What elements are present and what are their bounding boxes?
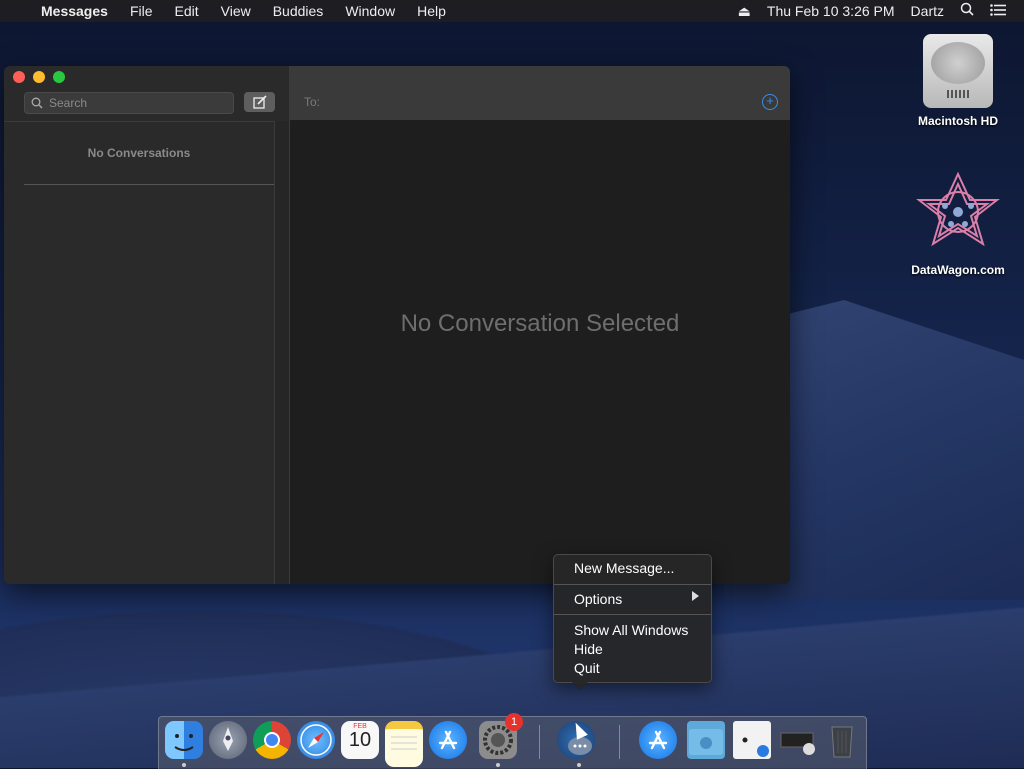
sidebar-scrollbar[interactable]	[274, 121, 289, 584]
no-conversations-label: No Conversations	[87, 146, 191, 160]
menu-pointer	[572, 682, 588, 690]
desktop-icon-label: DataWagon.com	[911, 263, 1005, 277]
minimize-window-button[interactable]	[33, 71, 45, 83]
datawagon-logo-icon	[916, 171, 1000, 247]
menu-item-quit[interactable]: Quit	[574, 660, 600, 676]
menu-separator	[554, 584, 711, 585]
desktop-icon-label: Macintosh HD	[917, 114, 998, 128]
add-recipient-icon[interactable]: +	[762, 94, 778, 110]
search-icon	[31, 97, 43, 109]
menu-app-name[interactable]: Messages	[30, 0, 119, 22]
zoom-window-button[interactable]	[53, 71, 65, 83]
submenu-arrow-icon	[692, 591, 699, 601]
conversation-sidebar: No Conversations	[4, 66, 290, 584]
dock-divider	[619, 725, 620, 759]
running-indicator	[182, 763, 186, 767]
menu-help[interactable]: Help	[406, 0, 457, 22]
dock-context-menu: New Message... Options Show All Windows …	[553, 554, 712, 690]
document-icon[interactable]	[733, 721, 771, 759]
menu-item-new-message[interactable]: New Message...	[574, 560, 674, 576]
app-store-icon[interactable]	[429, 721, 467, 759]
search-field[interactable]	[24, 92, 234, 114]
desktop-icon-datawagon[interactable]: DataWagon.com	[903, 170, 1013, 277]
menu-clock[interactable]: Thu Feb 10 3:26 PM	[759, 0, 903, 22]
eject-icon[interactable]: ⏏	[730, 0, 759, 22]
compose-icon	[252, 95, 267, 109]
system-preferences-icon[interactable]: 1	[479, 713, 523, 759]
calendar-icon[interactable]: FEB 10	[341, 721, 379, 759]
running-indicator	[496, 763, 500, 767]
to-field-label[interactable]: To:	[304, 95, 320, 109]
calendar-day: 10	[348, 729, 372, 751]
finder-icon[interactable]	[165, 721, 203, 759]
sidebar-divider	[4, 121, 289, 122]
menu-view[interactable]: View	[210, 0, 262, 22]
menu-item-hide[interactable]: Hide	[574, 641, 603, 657]
menu-window[interactable]: Window	[334, 0, 406, 22]
close-window-button[interactable]	[13, 71, 25, 83]
trash-icon[interactable]	[823, 721, 861, 759]
menu-separator	[554, 614, 711, 615]
menu-bar: Messages File Edit View Buddies Window H…	[0, 0, 1024, 22]
safari-icon[interactable]	[297, 721, 335, 759]
downloads-app-store-icon[interactable]	[639, 721, 677, 759]
screenshot-file-icon[interactable]	[779, 721, 817, 759]
notification-center-icon[interactable]	[982, 0, 1014, 22]
chrome-icon[interactable]	[253, 721, 291, 759]
dock-divider	[539, 725, 540, 759]
menu-item-show-all-windows[interactable]: Show All Windows	[574, 622, 688, 638]
conversation-pane: No Conversation Selected	[290, 120, 790, 584]
menu-buddies[interactable]: Buddies	[262, 0, 335, 22]
notes-icon[interactable]	[385, 721, 423, 767]
notification-badge: 1	[505, 713, 523, 731]
menu-file[interactable]: File	[119, 0, 164, 22]
messages-window: No Conversations To: + No Conversation S…	[4, 66, 790, 584]
menu-bar-status: ⏏ Thu Feb 10 3:26 PM Dartz	[730, 0, 1024, 22]
hard-drive-icon	[923, 34, 993, 108]
compose-button[interactable]	[244, 92, 275, 112]
folder-icon[interactable]	[687, 721, 725, 759]
window-controls	[13, 71, 65, 83]
search-input[interactable]	[47, 95, 221, 111]
dock: FEB 10 1	[158, 713, 867, 769]
sidebar-separator	[24, 184, 274, 185]
menu-edit[interactable]: Edit	[164, 0, 210, 22]
conversation-header: To: +	[290, 66, 790, 120]
launchpad-icon[interactable]	[209, 721, 247, 759]
no-conversation-selected-label: No Conversation Selected	[400, 310, 680, 337]
running-indicator	[577, 763, 581, 767]
spotlight-search-icon[interactable]	[952, 0, 982, 22]
menu-item-options[interactable]: Options	[574, 591, 622, 607]
desktop-icon-macintosh-hd[interactable]: Macintosh HD	[903, 34, 1013, 128]
menu-user[interactable]: Dartz	[903, 0, 952, 22]
